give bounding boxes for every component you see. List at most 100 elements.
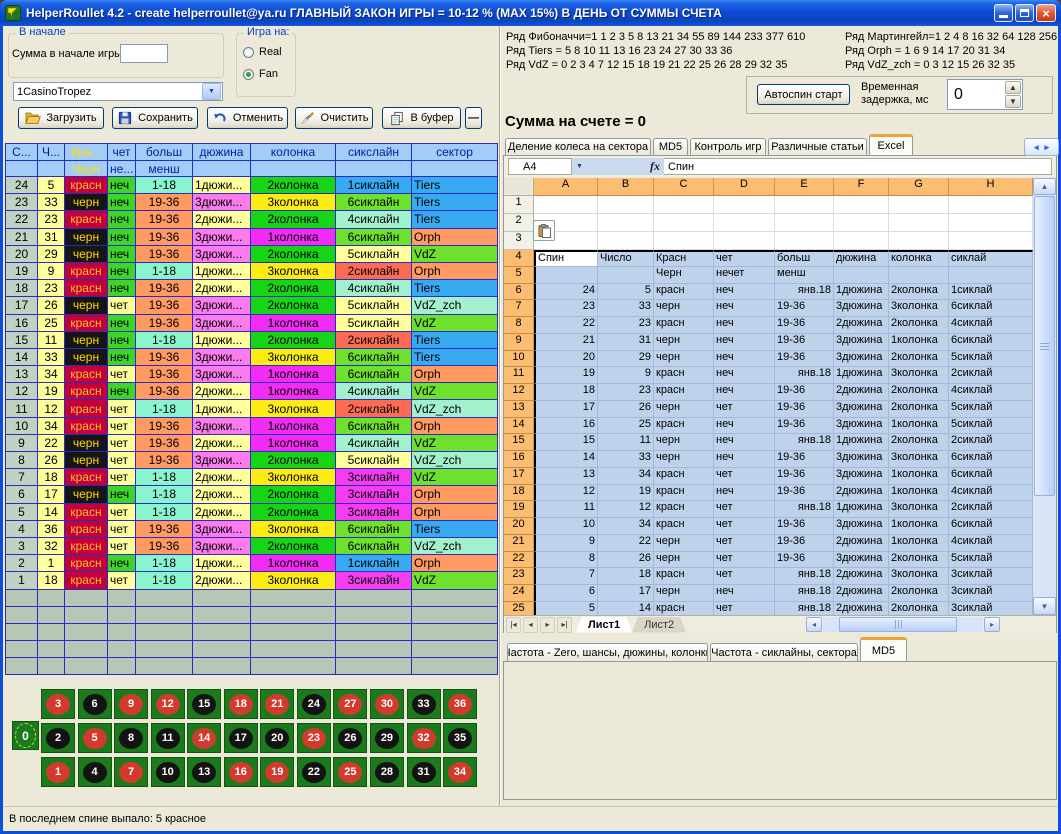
roulette-number-36[interactable]: 36	[443, 689, 477, 719]
excel-cell-H23[interactable]: 3сиклай	[949, 568, 1033, 585]
excel-cell-C18[interactable]: красн	[654, 485, 714, 502]
excel-row-header-13[interactable]: 13	[504, 401, 534, 418]
excel-cell-D15[interactable]: неч	[714, 434, 775, 451]
sheet-tab-Лист1[interactable]: Лист1	[576, 617, 632, 633]
excel-row-header-24[interactable]: 24	[504, 585, 534, 602]
excel-cell-D8[interactable]: неч	[714, 317, 775, 334]
excel-cell-F1[interactable]	[834, 196, 889, 214]
excel-cell-C24[interactable]: черн	[654, 585, 714, 602]
excel-cell-G2[interactable]	[889, 214, 949, 232]
roulette-number-30[interactable]: 30	[370, 689, 404, 719]
excel-cell-F18[interactable]: 2дюжина	[834, 485, 889, 502]
start-sum-input[interactable]	[120, 44, 168, 63]
excel-cell-C4[interactable]: Красн	[654, 250, 714, 267]
excel-cell-H13[interactable]: 5сиклай	[949, 401, 1033, 418]
roulette-number-22[interactable]: 22	[297, 757, 331, 787]
excel-row-header-18[interactable]: 18	[504, 485, 534, 502]
excel-cell-C6[interactable]: красн	[654, 284, 714, 301]
excel-row-header-9[interactable]: 9	[504, 334, 534, 351]
excel-cell-D11[interactable]: неч	[714, 367, 775, 384]
excel-cell-G20[interactable]: 1колонка	[889, 518, 949, 535]
excel-cell-B11[interactable]: 9	[598, 367, 654, 384]
excel-cell-B21[interactable]: 22	[598, 535, 654, 552]
excel-cell-A6[interactable]: 24	[534, 284, 598, 301]
excel-cell-A17[interactable]: 13	[534, 468, 598, 485]
excel-col-header-C[interactable]: C	[654, 178, 714, 196]
excel-cell-B13[interactable]: 26	[598, 401, 654, 418]
excel-cell-G15[interactable]: 2колонка	[889, 434, 949, 451]
excel-cell-E14[interactable]: 19-36	[775, 418, 834, 435]
excel-cell-B9[interactable]: 31	[598, 334, 654, 351]
excel-cell-H18[interactable]: 4сиклай	[949, 485, 1033, 502]
excel-cell-F19[interactable]: 1дюжина	[834, 501, 889, 518]
roulette-number-11[interactable]: 11	[151, 723, 185, 753]
excel-cell-C12[interactable]: красн	[654, 384, 714, 401]
excel-cell-A7[interactable]: 23	[534, 300, 598, 317]
excel-row-header-23[interactable]: 23	[504, 568, 534, 585]
excel-cell-G9[interactable]: 1колонка	[889, 334, 949, 351]
roulette-number-2[interactable]: 2	[41, 723, 75, 753]
excel-cell-G14[interactable]: 1колонка	[889, 418, 949, 435]
frequency-tab-2[interactable]: Частота - сиклайны, сектора	[710, 643, 858, 661]
excel-cell-H10[interactable]: 5сиклай	[949, 351, 1033, 368]
roulette-number-8[interactable]: 8	[114, 723, 148, 753]
excel-cell-H5[interactable]	[949, 267, 1033, 284]
excel-cell-A13[interactable]: 17	[534, 401, 598, 418]
roulette-number-10[interactable]: 10	[151, 757, 185, 787]
excel-cell-A24[interactable]: 6	[534, 585, 598, 602]
excel-cell-G5[interactable]	[889, 267, 949, 284]
excel-cell-C21[interactable]: черн	[654, 535, 714, 552]
excel-cell-H19[interactable]: 2сиклай	[949, 501, 1033, 518]
excel-cell-C9[interactable]: черн	[654, 334, 714, 351]
roulette-number-31[interactable]: 31	[407, 757, 441, 787]
excel-cell-D12[interactable]: неч	[714, 384, 775, 401]
excel-cell-B17[interactable]: 34	[598, 468, 654, 485]
excel-cell-D23[interactable]: чет	[714, 568, 775, 585]
toolbar-button-3[interactable]: Отменить	[207, 107, 288, 129]
excel-cell-F12[interactable]: 2дюжина	[834, 384, 889, 401]
excel-row-header-12[interactable]: 12	[504, 384, 534, 401]
excel-cell-G22[interactable]: 2колонка	[889, 552, 949, 569]
minimize-button[interactable]	[994, 4, 1013, 22]
excel-cell-A20[interactable]: 10	[534, 518, 598, 535]
v-scroll-up-button[interactable]: ▲	[1033, 178, 1056, 195]
roulette-number-23[interactable]: 23	[297, 723, 331, 753]
frequency-tab-3[interactable]: MD5	[860, 637, 907, 661]
excel-cell-F20[interactable]: 3дюжина	[834, 518, 889, 535]
excel-col-header-F[interactable]: F	[834, 178, 889, 196]
radio-icon-real[interactable]	[243, 47, 254, 58]
excel-cell-B20[interactable]: 34	[598, 518, 654, 535]
roulette-number-19[interactable]: 19	[260, 757, 294, 787]
excel-cell-C13[interactable]: черн	[654, 401, 714, 418]
roulette-number-3[interactable]: 3	[41, 689, 75, 719]
main-tab-3[interactable]: Контроль игр	[690, 138, 766, 155]
excel-row-header-20[interactable]: 20	[504, 518, 534, 535]
toolbar-button-1[interactable]: Загрузить	[18, 107, 104, 129]
excel-cell-C5[interactable]: Черн	[654, 267, 714, 284]
roulette-number-4[interactable]: 4	[78, 757, 112, 787]
excel-row-header-22[interactable]: 22	[504, 552, 534, 569]
excel-cell-F6[interactable]: 1дюжина	[834, 284, 889, 301]
excel-cell-H25[interactable]: 3сиклай	[949, 602, 1033, 615]
excel-cell-H16[interactable]: 6сиклай	[949, 451, 1033, 468]
tab-scroll-right-button[interactable]: ▸	[1045, 142, 1050, 153]
excel-cell-B5[interactable]	[598, 267, 654, 284]
excel-cell-A22[interactable]: 8	[534, 552, 598, 569]
excel-cell-E13[interactable]: 19-36	[775, 401, 834, 418]
excel-cell-F10[interactable]: 3дюжина	[834, 351, 889, 368]
excel-cell-E23[interactable]: янв.18	[775, 568, 834, 585]
excel-cell-F8[interactable]: 2дюжина	[834, 317, 889, 334]
toolbar-button-4[interactable]: Очистить	[295, 107, 373, 129]
excel-cell-B12[interactable]: 23	[598, 384, 654, 401]
v-scroll-thumb[interactable]	[1034, 196, 1055, 496]
excel-cell-H8[interactable]: 4сиклай	[949, 317, 1033, 334]
sheet-prev-button[interactable]: ◂	[523, 617, 538, 633]
excel-cell-C8[interactable]: красн	[654, 317, 714, 334]
casino-select[interactable]: 1CasinoTropez ▼	[13, 82, 223, 101]
roulette-number-32[interactable]: 32	[407, 723, 441, 753]
tab-scroll-left-button[interactable]: ◂	[1034, 142, 1039, 153]
excel-row-header-2[interactable]: 2	[504, 214, 534, 232]
excel-cell-D13[interactable]: чет	[714, 401, 775, 418]
excel-cell-C7[interactable]: черн	[654, 300, 714, 317]
excel-cell-G18[interactable]: 1колонка	[889, 485, 949, 502]
